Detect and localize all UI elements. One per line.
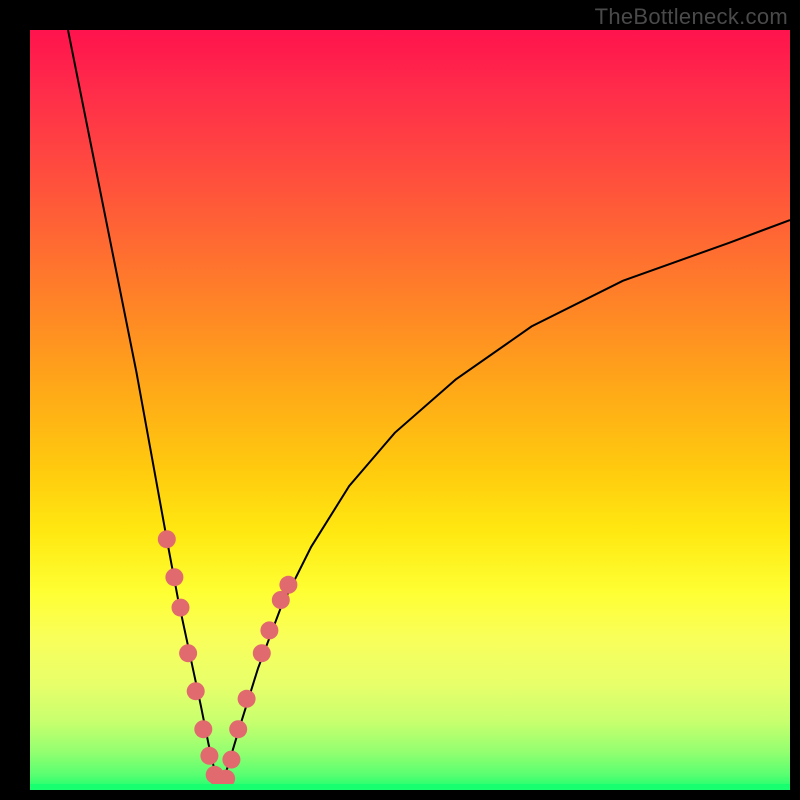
watermark-text: TheBottleneck.com bbox=[595, 4, 788, 30]
scatter-point bbox=[238, 690, 256, 708]
scatter-point bbox=[179, 644, 197, 662]
scatter-point bbox=[222, 751, 240, 769]
scatter-point bbox=[194, 720, 212, 738]
scatter-point bbox=[260, 621, 278, 639]
curve-right-branch bbox=[220, 220, 790, 790]
scatter-point bbox=[187, 682, 205, 700]
scatter-point bbox=[253, 644, 271, 662]
baseline-strip bbox=[30, 784, 790, 790]
scatter-point bbox=[172, 599, 190, 617]
scatter-point bbox=[165, 568, 183, 586]
scatter-markers bbox=[158, 530, 298, 790]
plot-area bbox=[30, 30, 790, 790]
chart-frame: TheBottleneck.com bbox=[0, 0, 800, 800]
scatter-point bbox=[158, 530, 176, 548]
curve-left-branch bbox=[68, 30, 220, 790]
scatter-point bbox=[229, 720, 247, 738]
scatter-point bbox=[200, 747, 218, 765]
chart-svg bbox=[30, 30, 790, 790]
scatter-point bbox=[279, 576, 297, 594]
